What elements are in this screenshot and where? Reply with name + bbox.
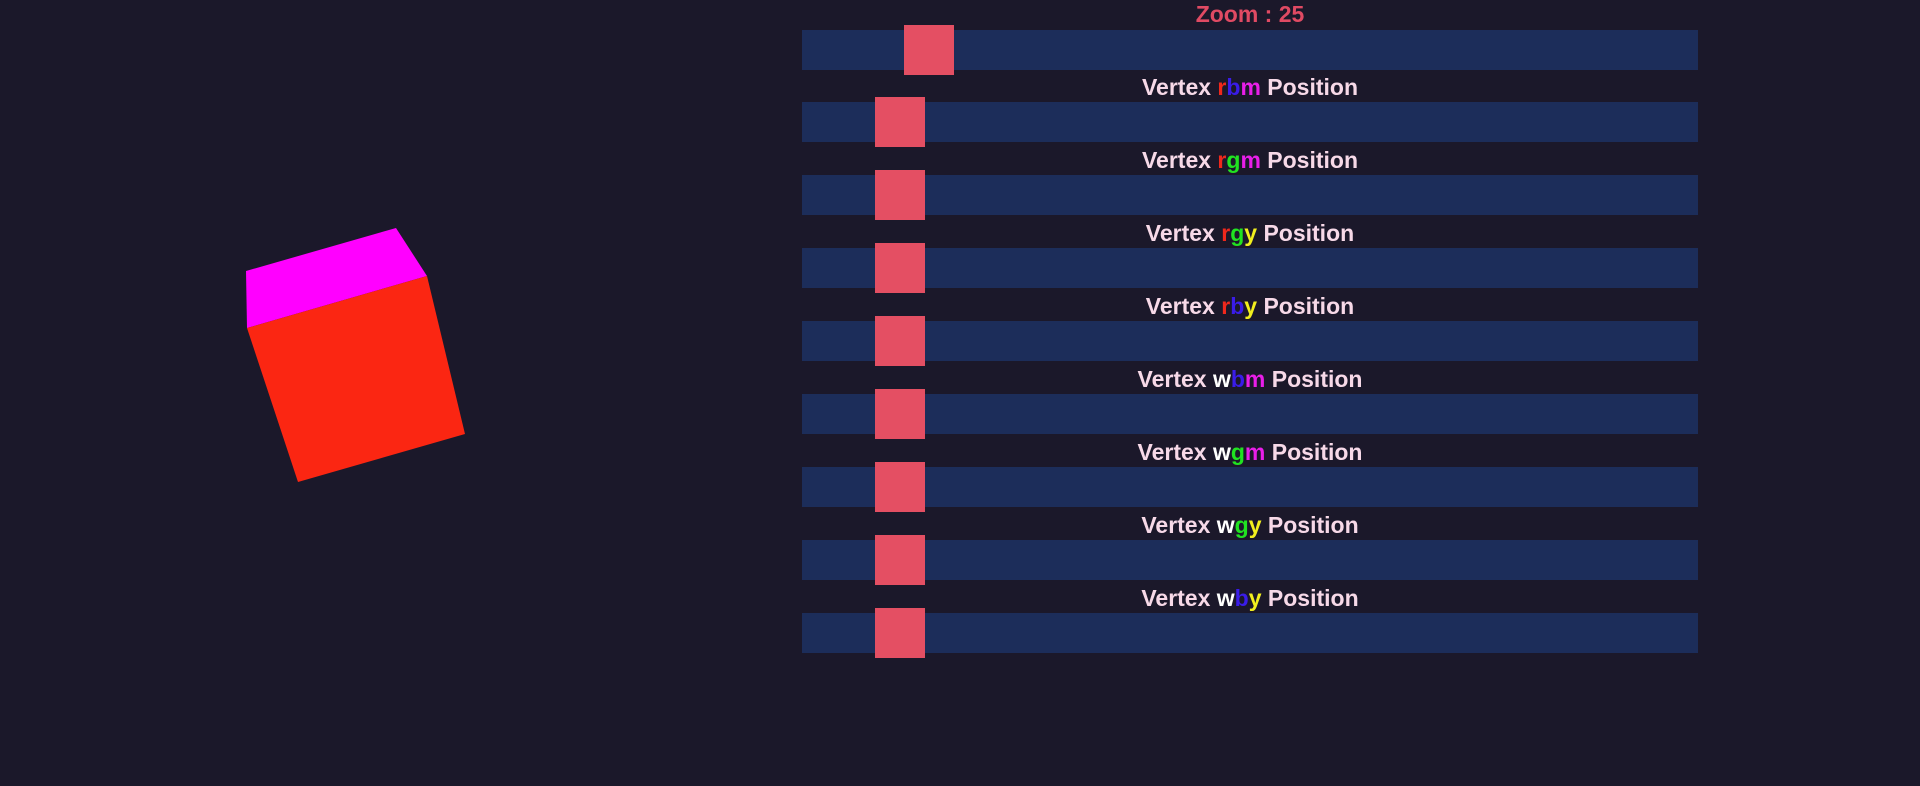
vertex-color-letter: y	[1244, 220, 1258, 246]
vertex-label-prefix: Vertex	[1141, 74, 1218, 100]
vertex-color-letter: w	[1212, 439, 1231, 465]
zoom-label: Zoom : 25	[1195, 1, 1305, 27]
zoom-slider-thumb[interactable]	[904, 25, 954, 75]
vertex-label-suffix: Position	[1257, 293, 1355, 319]
vertex-slider-thumb[interactable]	[875, 170, 925, 220]
vertex-color-letter: y	[1248, 512, 1262, 538]
vertex-color-letter: m	[1244, 366, 1266, 392]
vertex-label-prefix: Vertex	[1137, 366, 1213, 392]
vertex-label-prefix: Vertex	[1145, 293, 1222, 319]
vertex-label: Vertex rby Position	[802, 293, 1698, 319]
vertex-color-letter: g	[1230, 439, 1245, 465]
vertex-color-letter: b	[1226, 74, 1241, 100]
vertex-slider-thumb[interactable]	[875, 389, 925, 439]
vertex-label-prefix: Vertex	[1137, 439, 1213, 465]
vertex-slider-thumb[interactable]	[875, 97, 925, 147]
vertex-label-prefix: Vertex	[1145, 220, 1222, 246]
vertex-label-prefix: Vertex	[1141, 512, 1217, 538]
vertex-slider-thumb[interactable]	[875, 462, 925, 512]
vertex-position-slider[interactable]	[802, 97, 1698, 147]
vertex-label: Vertex wbm Position	[802, 366, 1698, 392]
vertex-label-prefix: Vertex	[1141, 585, 1217, 611]
vertex-label: Vertex wgy Position	[802, 512, 1698, 538]
vertex-label-suffix: Position	[1260, 147, 1359, 173]
3d-viewport[interactable]	[0, 0, 780, 786]
vertex-label: Vertex rbm Position	[802, 74, 1698, 100]
vertex-label-suffix: Position	[1265, 439, 1363, 465]
vertex-label-suffix: Position	[1265, 366, 1363, 392]
vertex-color-letter: y	[1248, 585, 1262, 611]
vertex-slider-thumb[interactable]	[875, 316, 925, 366]
vertex-label-prefix: Vertex	[1141, 147, 1218, 173]
cube-canvas[interactable]	[0, 0, 780, 786]
vertex-position-slider[interactable]	[802, 316, 1698, 366]
vertex-label: Vertex rgm Position	[802, 147, 1698, 173]
vertex-position-slider[interactable]	[802, 170, 1698, 220]
vertex-color-letter: w	[1216, 585, 1235, 611]
vertex-color-letter: b	[1230, 366, 1245, 392]
vertex-color-letter: w	[1216, 512, 1235, 538]
vertex-position-slider[interactable]	[802, 462, 1698, 512]
vertex-label-suffix: Position	[1261, 585, 1359, 611]
vertex-color-letter: g	[1234, 512, 1249, 538]
vertex-label-suffix: Position	[1260, 74, 1359, 100]
vertex-position-slider[interactable]	[802, 389, 1698, 439]
vertex-color-letter: r	[1221, 293, 1231, 319]
vertex-color-letter: b	[1230, 293, 1245, 319]
vertex-color-letter: g	[1230, 220, 1245, 246]
vertex-position-slider[interactable]	[802, 535, 1698, 585]
vertex-color-letter: r	[1221, 220, 1231, 246]
vertex-label-suffix: Position	[1261, 512, 1359, 538]
vertex-label: Vertex wgm Position	[802, 439, 1698, 465]
vertex-label: Vertex wby Position	[802, 585, 1698, 611]
vertex-color-letter: y	[1244, 293, 1258, 319]
vertex-label-suffix: Position	[1257, 220, 1355, 246]
vertex-slider-thumb[interactable]	[875, 243, 925, 293]
vertex-color-letter: w	[1212, 366, 1231, 392]
vertex-color-letter: m	[1240, 147, 1261, 173]
vertex-position-slider[interactable]	[802, 608, 1698, 658]
vertex-label: Vertex rgy Position	[802, 220, 1698, 246]
vertex-slider-thumb[interactable]	[875, 535, 925, 585]
zoom-slider[interactable]	[802, 25, 1698, 75]
vertex-position-slider[interactable]	[802, 243, 1698, 293]
vertex-color-letter: m	[1240, 74, 1261, 100]
vertex-color-letter: b	[1234, 585, 1249, 611]
vertex-color-letter: g	[1226, 147, 1241, 173]
vertex-color-letter: m	[1244, 439, 1266, 465]
vertex-slider-thumb[interactable]	[875, 608, 925, 658]
